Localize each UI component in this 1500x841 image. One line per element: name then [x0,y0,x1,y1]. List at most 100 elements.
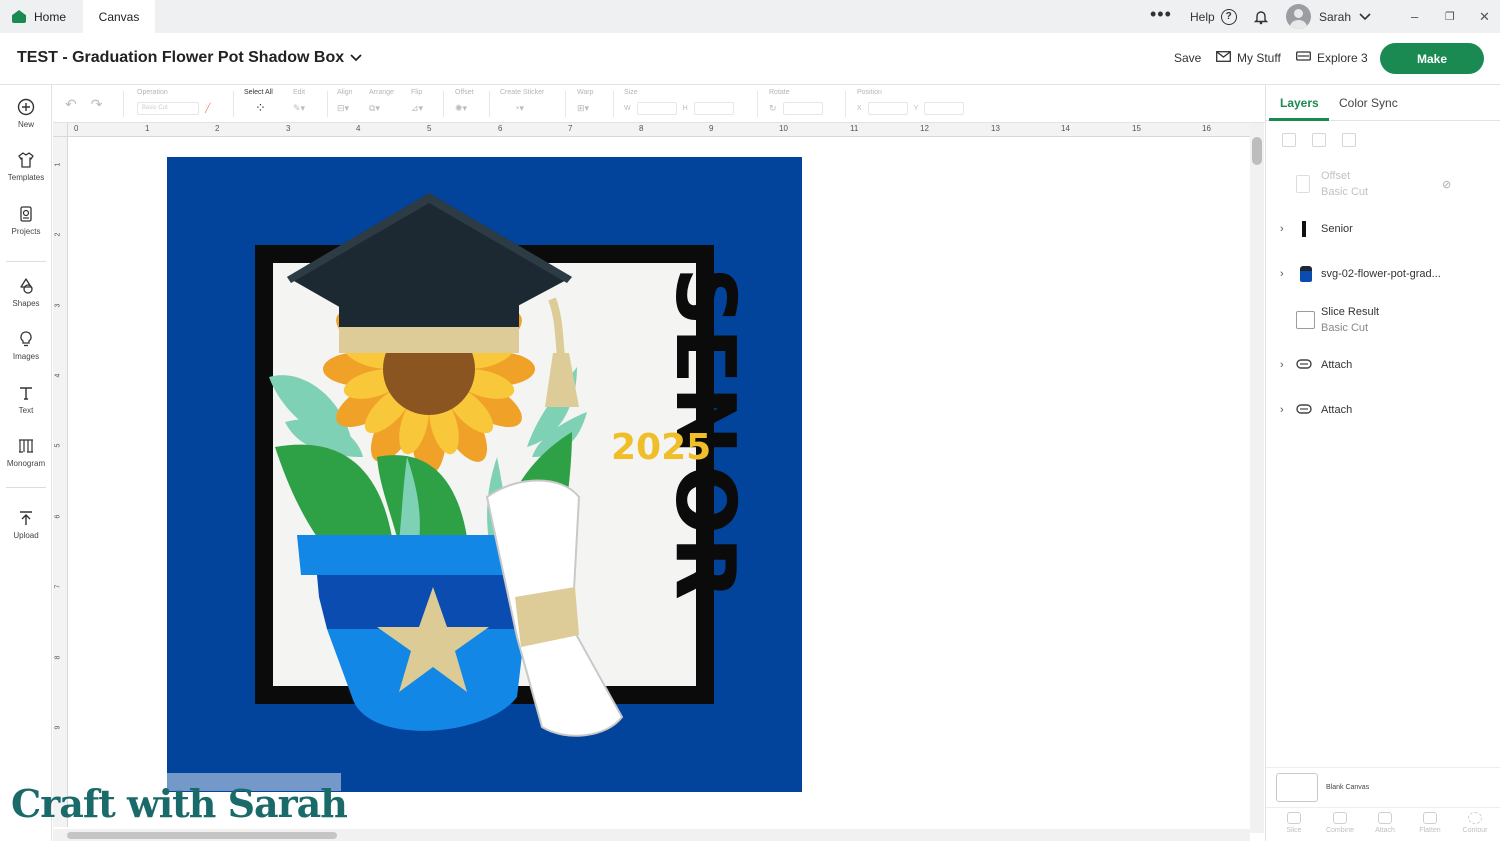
layer-item-attach[interactable]: › Attach [1266,345,1500,385]
select-all-label: Select All [244,89,273,96]
shapes-icon [20,278,33,294]
blank-canvas-row[interactable]: Blank Canvas [1266,767,1500,807]
toolbar-divider [757,91,758,117]
attach-label: Attach [1375,827,1395,834]
rotate-input[interactable] [782,101,823,115]
flip-icon[interactable]: ⊿▾ [411,103,423,114]
vertical-scrollbar[interactable] [1250,123,1264,833]
craft-with-sarah-watermark: Craft with Sarah [11,781,348,826]
arrange-label: Arrange [369,89,394,96]
minimize-button[interactable]: – [1411,0,1418,33]
duplicate-icon[interactable] [1312,133,1326,147]
notifications-bell-icon[interactable] [1253,0,1269,33]
attach-paperclip-icon [1296,358,1312,372]
blank-canvas-swatch[interactable] [1276,773,1318,802]
combine-button[interactable]: Combine [1320,812,1360,834]
ruler-tick: 8 [639,124,644,133]
sidebar-item-images[interactable]: Images [0,330,52,378]
edit-pencil-icon[interactable]: ✎▾ [293,103,305,114]
warp-icon[interactable]: ⊞▾ [577,103,589,114]
ruler-corner [53,123,68,137]
delete-icon[interactable] [1342,133,1356,147]
layer-name: svg-02-flower-pot-grad... [1321,268,1441,280]
size-h-input[interactable] [693,101,734,115]
pos-y-input[interactable] [924,101,965,115]
layer-item-flower-pot[interactable]: › svg-02-flower-pot-grad... [1266,254,1500,294]
save-button[interactable]: Save [1174,51,1201,65]
more-options-icon[interactable]: ••• [1150,0,1172,31]
horizontal-ruler: 0 1 2 3 4 5 6 7 8 9 10 11 12 13 14 15 16 [68,123,1250,137]
offset-label: Offset [455,89,474,96]
tab-color-sync[interactable]: Color Sync [1339,96,1398,110]
my-stuff-button[interactable]: My Stuff [1216,51,1281,65]
arrange-icon[interactable]: ⧉▾ [369,103,380,114]
expand-chevron-icon[interactable]: › [1280,268,1284,280]
sidebar-item-templates[interactable]: Templates [0,151,52,199]
close-button[interactable]: ✕ [1479,0,1490,33]
select-all-group[interactable]: Select All ⁘ [244,89,273,117]
layer-item-slice-result[interactable]: Slice Result Basic Cut [1266,300,1500,340]
monogram-icon [19,439,33,453]
offset-icon[interactable]: ✺▾ [455,103,467,114]
sidebar-item-monogram[interactable]: Monogram [0,437,52,485]
ruler-tick: 1 [54,162,62,167]
ruler-tick: 15 [1132,124,1141,133]
toolbar-divider [327,91,328,117]
operation-select[interactable]: Basic Cut [137,101,199,115]
flatten-button[interactable]: Flatten [1410,812,1450,834]
group-icon[interactable] [1282,133,1296,147]
attach-button[interactable]: Attach [1365,812,1405,834]
layer-subtitle: Basic Cut [1321,322,1369,334]
edit-toolbar: ↶ ↷ Operation Basic Cut ╱ Select All ⁘ E… [53,85,1265,123]
align-icon[interactable]: ⊟▾ [337,103,349,114]
tab-home-label: Home [34,9,67,24]
tab-canvas[interactable]: Canvas [83,0,155,33]
sidebar-item-new[interactable]: New [0,98,52,146]
hidden-eye-icon[interactable]: ⊘ [1442,178,1451,191]
slice-button[interactable]: Slice [1274,812,1314,834]
layer-item-offset[interactable]: Offset Basic Cut ⊘ [1266,164,1500,204]
attach-paperclip-icon [1296,403,1312,417]
ruler-tick: 7 [54,584,62,589]
machine-select-button[interactable]: Explore 3 [1296,51,1368,65]
ruler-tick: 7 [568,124,573,133]
sticker-icon[interactable]: ◔▾ [514,103,524,114]
tab-home[interactable]: Home [0,0,83,33]
linetype-pen-icon[interactable]: ╱ [205,103,210,114]
senior-text-2: OR [657,465,752,602]
expand-chevron-icon[interactable]: › [1280,404,1284,416]
contour-label: Contour [1462,827,1488,834]
warp-group: Warp ⊞▾ [577,89,593,117]
layer-item-senior[interactable]: › Senior [1266,209,1500,249]
ruler-tick: 12 [920,124,929,133]
sidebar-item-shapes[interactable]: Shapes [0,277,52,325]
sidebar-item-projects[interactable]: Projects [0,205,52,253]
expand-chevron-icon[interactable]: › [1280,359,1284,371]
ruler-tick: 9 [709,124,714,133]
user-menu[interactable]: Sarah [1286,0,1371,33]
pos-x-input[interactable] [867,101,908,115]
ruler-tick: 10 [779,124,788,133]
shadow-box-design[interactable]: SEN OR 2025 [167,157,802,792]
expand-chevron-icon[interactable]: › [1280,223,1284,235]
undo-icon[interactable]: ↶ [65,96,77,113]
layer-item-attach[interactable]: › Attach [1266,390,1500,430]
help-button[interactable]: Help ? [1190,0,1237,33]
size-w-input[interactable] [636,101,677,115]
redo-icon[interactable]: ↷ [91,96,103,113]
sidebar-item-text[interactable]: Text [0,384,52,432]
vertical-scroll-thumb[interactable] [1252,137,1262,165]
ruler-tick: 1 [145,124,150,133]
create-sticker-label: Create Sticker [500,89,545,96]
tab-layers[interactable]: Layers [1280,96,1319,110]
active-tab-indicator [1269,118,1329,121]
position-label: Position [857,89,882,96]
horizontal-scrollbar[interactable] [53,829,1250,841]
horizontal-scroll-thumb[interactable] [67,832,337,839]
offset-group: Offset ✺▾ [455,89,474,117]
restore-button[interactable]: ❐ [1445,0,1455,33]
sidebar-item-upload[interactable]: Upload [0,509,52,557]
make-button[interactable]: Make [1380,43,1484,74]
contour-button[interactable]: Contour [1455,812,1495,834]
project-title[interactable]: TEST - Graduation Flower Pot Shadow Box [17,49,362,67]
